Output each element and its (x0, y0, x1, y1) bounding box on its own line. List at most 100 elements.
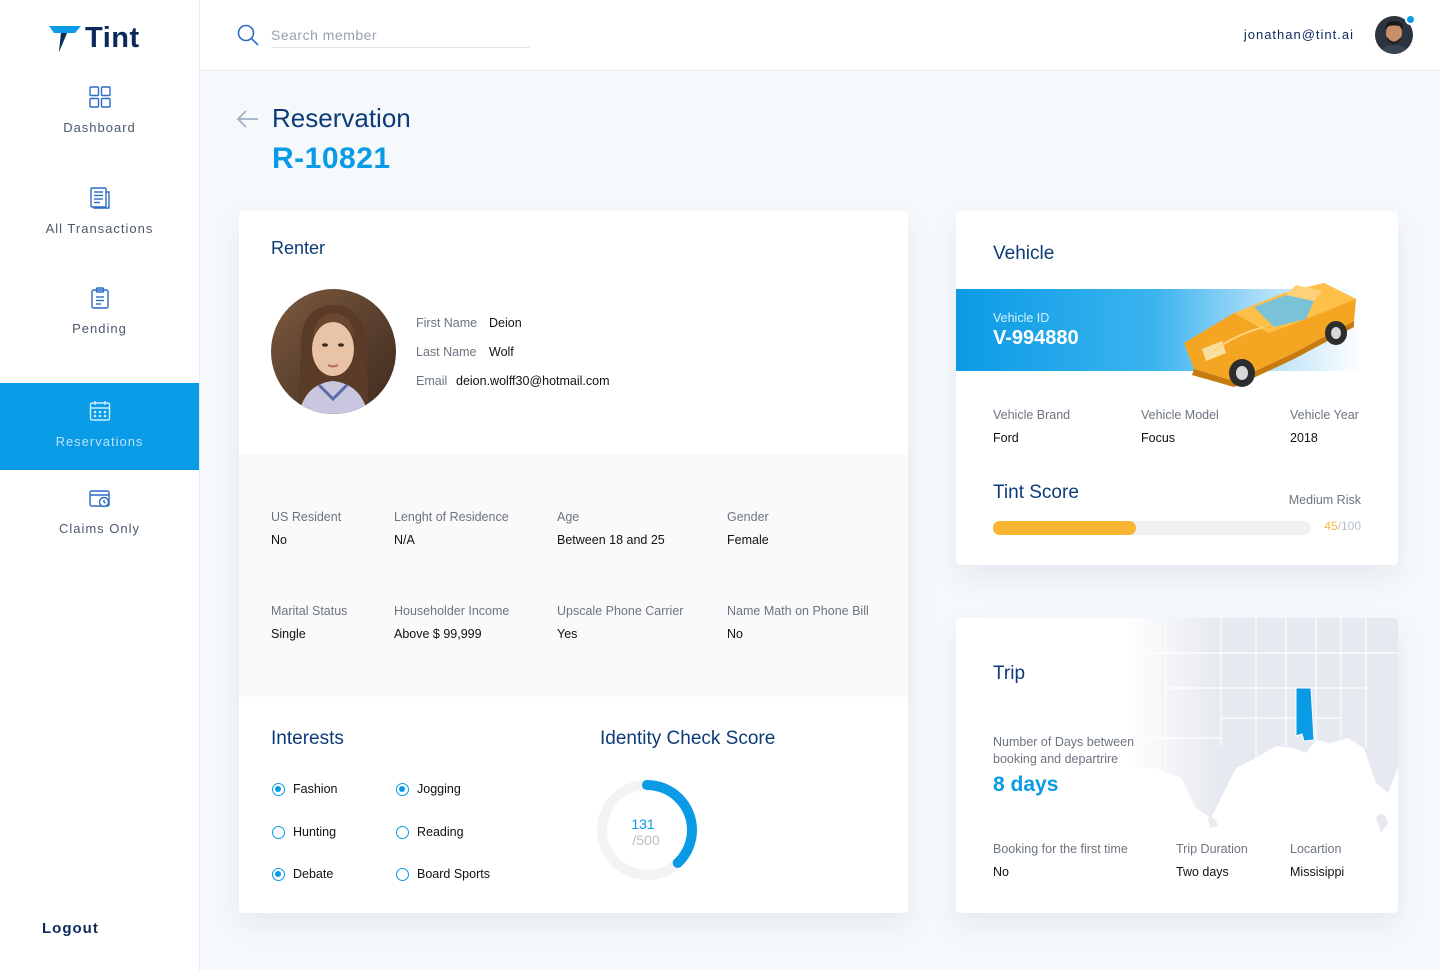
first-booking-value: No (993, 865, 1009, 879)
interest-label[interactable]: Debate (293, 867, 333, 881)
tint-score-title: Tint Score (993, 482, 1079, 503)
page-title: Reservation (272, 103, 411, 133)
vehicle-model-label: Vehicle Model (1141, 408, 1219, 422)
sidebar-item-reservations[interactable]: Reservations (0, 383, 199, 470)
document-icon (89, 187, 110, 209)
detail-label: Lenght of Residence (394, 510, 509, 524)
renter-photo (271, 289, 396, 414)
detail-value: Above $ 99,999 (394, 627, 482, 641)
email-value[interactable]: deion.wolff30@hotmail.com (456, 374, 610, 388)
risk-level: Medium Risk (1288, 493, 1361, 507)
user-avatar[interactable] (1375, 14, 1416, 54)
sidebar: Tint Dashboard All Transactions Pending … (0, 0, 200, 970)
interest-radio-hunting[interactable] (272, 826, 285, 839)
first-booking-label: Booking for the first time (993, 842, 1128, 856)
sidebar-item-label: Reservations (55, 434, 144, 449)
wallet-clock-icon (88, 490, 110, 508)
detail-label: Age (557, 510, 580, 524)
tint-logo-icon (49, 25, 81, 52)
tint-score-value: 45 (1324, 519, 1338, 533)
detail-value: No (271, 533, 287, 547)
tint-score-fill (993, 521, 1137, 535)
sidebar-item-pending[interactable]: Pending (0, 270, 199, 357)
days-between-label: Number of Days between booking and depar… (993, 735, 1135, 766)
detail-value: Yes (557, 627, 578, 641)
interest-radio-jogging[interactable] (396, 783, 409, 796)
detail-label: US Resident (271, 510, 342, 524)
location-label: Locartion (1290, 842, 1342, 856)
location-value: Missisippi (1290, 865, 1345, 879)
logout-button[interactable]: Logout (42, 920, 99, 937)
identity-score-ring: 131 /500 (597, 780, 697, 880)
interest-label[interactable]: Jogging (417, 782, 461, 796)
vehicle-model-value: Focus (1141, 431, 1176, 445)
identity-score-max: /500 (632, 832, 659, 848)
app-name: Tint (85, 22, 140, 54)
vehicle-brand-value: Ford (993, 431, 1019, 445)
detail-label: Householder Income (394, 604, 510, 618)
back-arrow-icon[interactable] (236, 108, 260, 130)
identity-score-title: Identity Check Score (600, 728, 776, 749)
sports-car-illustration (1184, 283, 1356, 387)
interest-radio-board-sports[interactable] (396, 868, 409, 881)
trip-duration-value: Two days (1176, 865, 1229, 879)
trip-title: Trip (993, 663, 1026, 684)
identity-score-value: 131 (631, 816, 655, 832)
user-email[interactable]: jonathan@tint.ai (1244, 27, 1354, 42)
first-name-value: Deion (489, 316, 522, 330)
vehicle-id-value: V-994880 (993, 327, 1079, 349)
sidebar-item-label: Dashboard (63, 120, 136, 135)
sidebar-item-dashboard[interactable]: Dashboard (0, 69, 199, 156)
sidebar-item-label: All Transactions (45, 221, 154, 236)
tint-score-readout: 45/100 (1324, 519, 1361, 533)
tint-score-max: /100 (1337, 519, 1361, 533)
vehicle-brand-label: Vehicle Brand (993, 408, 1071, 422)
top-header: jonathan@tint.ai (200, 0, 1440, 71)
detail-label: Marital Status (271, 604, 348, 618)
interest-radio-fashion[interactable] (272, 783, 285, 796)
last-name-label: Last Name (416, 345, 477, 359)
renter-card: Renter First Name Deion Last Name Wolf E… (239, 211, 908, 913)
vehicle-id-label: Vehicle ID (993, 311, 1050, 325)
detail-value: N/A (394, 533, 415, 547)
renter-title: Renter (271, 238, 326, 258)
search-input[interactable] (271, 22, 530, 48)
interest-label[interactable]: Board Sports (417, 867, 490, 881)
detail-value: Female (727, 533, 769, 547)
interest-label[interactable]: Reading (417, 825, 464, 839)
interest-label[interactable]: Fashion (293, 782, 337, 796)
sidebar-item-claims-only[interactable]: Claims Only (0, 470, 199, 557)
reservation-id: R-10821 (272, 142, 391, 175)
detail-label: Gender (727, 510, 769, 524)
clipboard-icon (90, 287, 109, 309)
sidebar-item-label: Claims Only (58, 521, 141, 536)
email-label: Email (416, 374, 448, 388)
notification-dot (1405, 14, 1416, 25)
vehicle-title: Vehicle (993, 243, 1055, 264)
us-map-illustration (1126, 618, 1398, 848)
sidebar-item-all-transactions[interactable]: All Transactions (0, 170, 199, 257)
detail-value: No (727, 627, 743, 641)
trip-card: Trip Number of Days between booking and … (956, 618, 1398, 913)
first-name-label: First Name (416, 316, 478, 330)
renter-photo-image (271, 289, 396, 414)
search-icon[interactable] (236, 23, 260, 47)
interest-radio-reading[interactable] (396, 826, 409, 839)
detail-label: Name Math on Phone Bill (727, 604, 869, 618)
calendar-icon (89, 401, 110, 421)
detail-value: Single (271, 627, 306, 641)
tint-score-bar (993, 521, 1311, 535)
renter-details: US Resident No Lenght of Residence N/A A… (239, 454, 908, 697)
interest-label[interactable]: Hunting (293, 825, 336, 839)
vehicle-year-value: 2018 (1290, 431, 1318, 445)
trip-duration-label: Trip Duration (1176, 842, 1248, 856)
grid-icon (88, 86, 111, 108)
detail-value: Between 18 and 25 (557, 533, 665, 547)
days-between-value: 8 days (993, 773, 1059, 796)
vehicle-card: Vehicle Vehicle ID V-994880 Vehicle Bran… (956, 211, 1398, 565)
last-name-value: Wolf (489, 345, 514, 359)
interests-title: Interests (271, 728, 344, 749)
tint-logo[interactable]: Tint (49, 22, 140, 55)
detail-label: Upscale Phone Carrier (557, 604, 684, 618)
interest-radio-debate[interactable] (272, 868, 285, 881)
